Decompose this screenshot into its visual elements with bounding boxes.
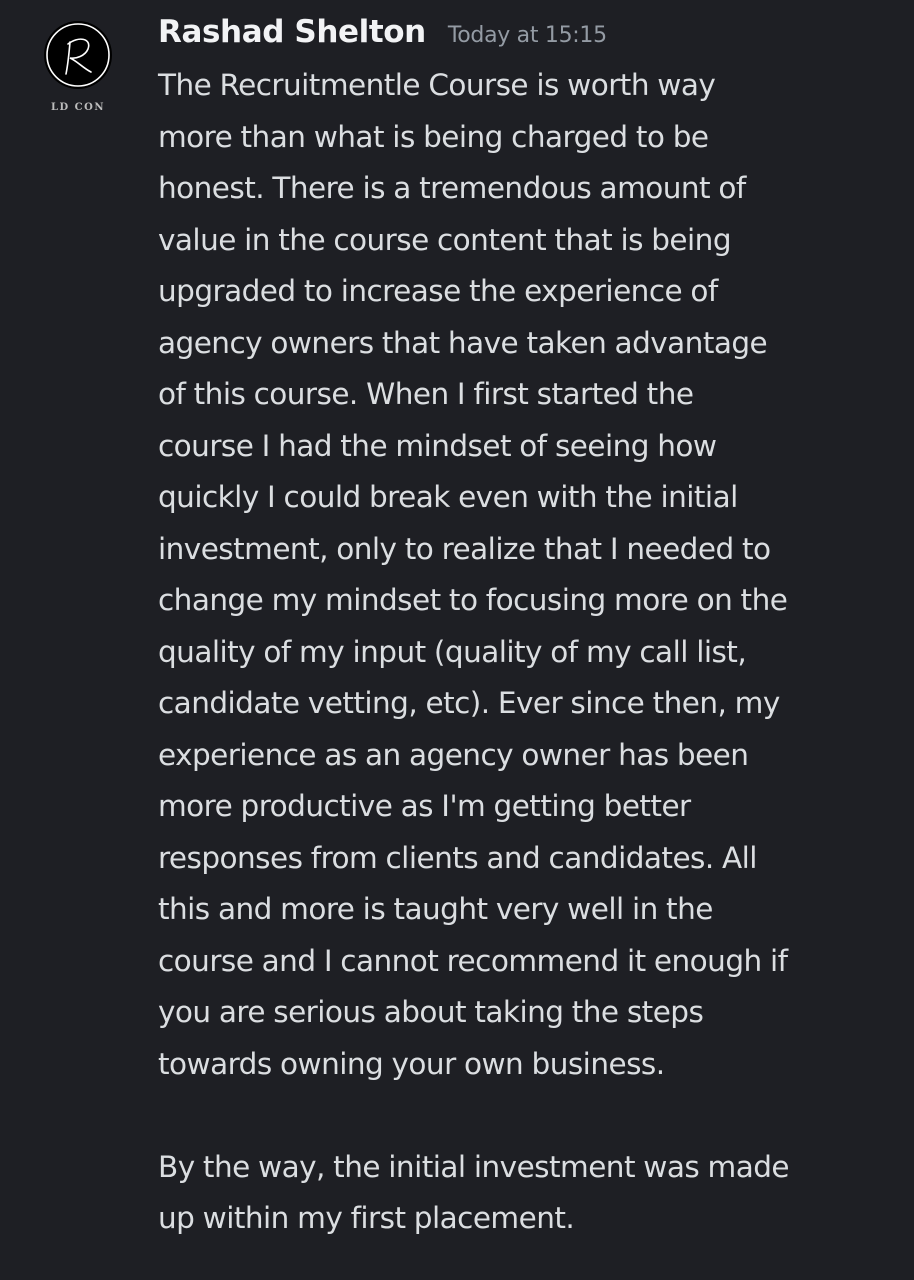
message-line: more productive as I'm getting better [158, 789, 691, 823]
message-line: more than what is being charged to be [158, 119, 709, 154]
message-line: experience as an agency owner has been [158, 737, 749, 772]
author-name[interactable]: Rashad Shelton [158, 14, 426, 50]
message-line: agency owners that have taken advantage [158, 325, 768, 360]
message-line: change my mindset to focusing more on th… [158, 583, 788, 617]
message-line: course and I cannot recommend it enough … [158, 943, 788, 978]
message-line: towards owning your own business. [158, 1046, 665, 1081]
message-paragraph: The Recruitmentle Course is worth way mo… [158, 60, 898, 1090]
message-line: quality of my input (quality of my call … [158, 634, 747, 669]
message-line: candidate vetting, etc). Ever since then… [158, 686, 780, 720]
message-line: upgraded to increase the experience of [158, 274, 718, 308]
message-header: Rashad Shelton Today at 15:15 [158, 14, 607, 58]
message-timestamp: Today at 15:15 [447, 23, 607, 48]
message-line: honest. There is a tremendous amount of [158, 171, 746, 205]
message-line: you are serious about taking the steps [158, 995, 704, 1029]
message-line: The Recruitmentle Course is worth way [158, 68, 716, 102]
message-line: quickly I could break even with the init… [158, 480, 738, 514]
message-line: investment, only to realize that I neede… [158, 531, 771, 566]
message-line: responses from clients and candidates. A… [158, 840, 758, 875]
message-paragraph: By the way, the initial investment was m… [158, 1142, 898, 1245]
message-line: up within my first placement. [158, 1201, 575, 1235]
message-line: this and more is taught very well in the [158, 892, 713, 926]
monogram-r-logo-icon: LD CON [44, 21, 112, 113]
message-line: course I had the mindset of seeing how [158, 428, 717, 463]
message-line: of this course. When I first started the [158, 377, 694, 411]
chat-message: LD CON Rashad Shelton Today at 15:15 The… [0, 0, 914, 1280]
avatar-logo-text: LD CON [51, 102, 105, 113]
avatar[interactable]: LD CON [40, 20, 116, 116]
message-line: value in the course content that is bein… [158, 222, 732, 257]
message-line: By the way, the initial investment was m… [158, 1149, 790, 1184]
message-content: The Recruitmentle Course is worth way mo… [158, 60, 898, 1245]
